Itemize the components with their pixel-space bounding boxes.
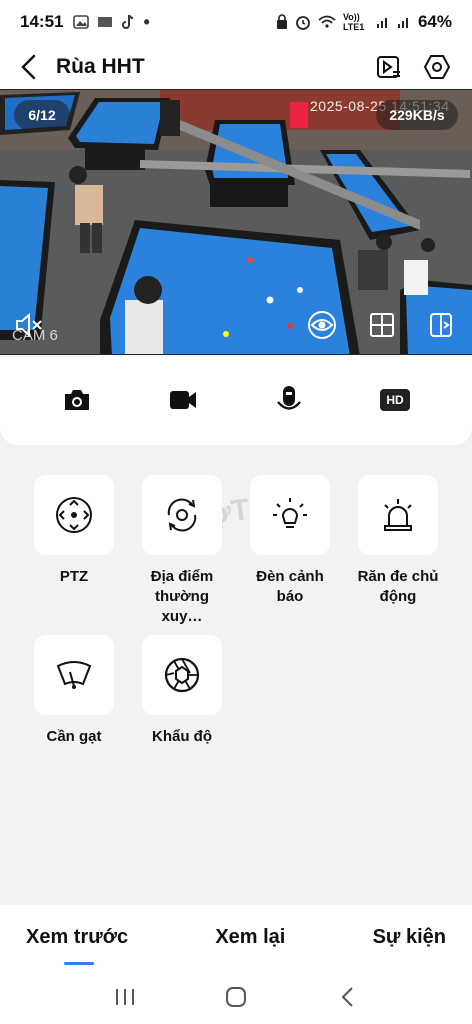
signal-icon-2 (397, 18, 408, 28)
recent-apps-button[interactable] (105, 977, 145, 1017)
feature-aperture-label: Khẩu độ (152, 728, 212, 745)
camera-icon (65, 390, 89, 410)
feature-active-deterrence-label: Răn đe chủ động (357, 568, 439, 605)
feature-warning-light[interactable]: Đèn cảnh báo (245, 475, 335, 607)
fisheye-view-button[interactable] (307, 310, 337, 340)
system-navigation-bar (0, 970, 472, 1024)
feature-warning-light-tile (250, 475, 330, 555)
status-right: Vo)) LTE1 64% (276, 12, 452, 32)
bottom-tab-bar: Xem trước Xem lại Sự kiện (0, 905, 472, 970)
feature-ptz[interactable]: PTZ (29, 475, 119, 587)
video-camera-icon (170, 391, 196, 409)
hd-badge: HD (380, 389, 410, 411)
snapshot-button[interactable] (47, 370, 107, 430)
header-actions (374, 52, 452, 82)
ptz-icon (56, 497, 92, 533)
rotate-fullscreen-icon (430, 313, 452, 337)
lock-icon (276, 14, 287, 29)
settings-button[interactable] (422, 52, 452, 82)
tab-playback[interactable]: Xem lại (215, 926, 285, 949)
siren-icon (384, 499, 412, 531)
back-button[interactable] (0, 44, 56, 90)
tab-events[interactable]: Sự kiện (373, 926, 446, 949)
feature-warning-light-label: Đèn cảnh báo (256, 568, 324, 605)
multi-view-button[interactable] (367, 310, 397, 340)
app-notification-icon (98, 17, 113, 27)
home-icon (225, 987, 246, 1007)
eye-view-icon (308, 311, 336, 339)
grid-icon (370, 313, 394, 337)
signal-icon (376, 18, 387, 28)
video-toolbar: HD (0, 355, 472, 445)
microphone-icon (277, 386, 301, 410)
speaker-muted-icon (16, 312, 42, 338)
home-button[interactable] (216, 977, 256, 1017)
feature-ptz-label: PTZ (59, 568, 89, 585)
live-video-feed[interactable]: 6/12 2025-08-25 14:51:34 229KB/s CAM 6 (0, 89, 472, 355)
feature-preset-location-label: Địa điểm thường xuy… (150, 568, 214, 625)
channel-indicator: 6/12 (14, 100, 70, 130)
talk-button[interactable] (259, 370, 319, 430)
recent-apps-icon (116, 989, 135, 1005)
wifi-icon (318, 15, 336, 28)
battery-level: 64% (417, 12, 452, 31)
hd-quality-button[interactable]: HD (365, 370, 425, 430)
tab-preview[interactable]: Xem trước (26, 926, 128, 965)
status-bar: 14:51 • Vo)) LTE1 64% (0, 0, 472, 44)
chevron-left-icon (21, 54, 36, 80)
record-button[interactable] (153, 370, 213, 430)
status-time: 14:51 (20, 12, 64, 31)
back-arrow-icon (341, 987, 353, 1007)
warning-light-icon (273, 498, 307, 528)
app-header: Rùa HHT (0, 44, 472, 90)
preset-location-icon (167, 498, 197, 532)
feature-wiper[interactable]: Cần gạt (29, 635, 119, 747)
bitrate-indicator: 229KB/s (376, 100, 458, 130)
tiktok-icon (122, 14, 134, 29)
system-back-button[interactable] (327, 977, 367, 1017)
network-type: Vo)) LTE1 (342, 12, 365, 32)
gallery-icon (73, 15, 90, 29)
notification-icons: • (73, 12, 150, 32)
feature-wiper-tile (34, 635, 114, 715)
playback-list-button[interactable] (374, 52, 404, 82)
feature-active-deterrence[interactable]: Răn đe chủ động (353, 475, 443, 607)
hexagon-settings-icon (423, 55, 451, 79)
feature-ptz-tile (34, 475, 114, 555)
feature-active-deterrence-tile (358, 475, 438, 555)
feature-preset-location-tile (142, 475, 222, 555)
fullscreen-button[interactable] (426, 310, 456, 340)
alarm-icon (296, 16, 310, 30)
feature-aperture[interactable]: Khẩu độ (137, 635, 227, 747)
feature-wiper-label: Cần gạt (46, 728, 102, 745)
feature-aperture-tile (142, 635, 222, 715)
feature-preset-location[interactable]: Địa điểm thường xuy… (137, 475, 227, 627)
mute-button[interactable] (14, 310, 44, 340)
device-title: Rùa HHT (56, 55, 145, 78)
aperture-icon (164, 657, 200, 693)
playback-list-icon (377, 56, 400, 78)
more-dot-icon: • (143, 12, 150, 32)
wiper-icon (56, 661, 92, 689)
